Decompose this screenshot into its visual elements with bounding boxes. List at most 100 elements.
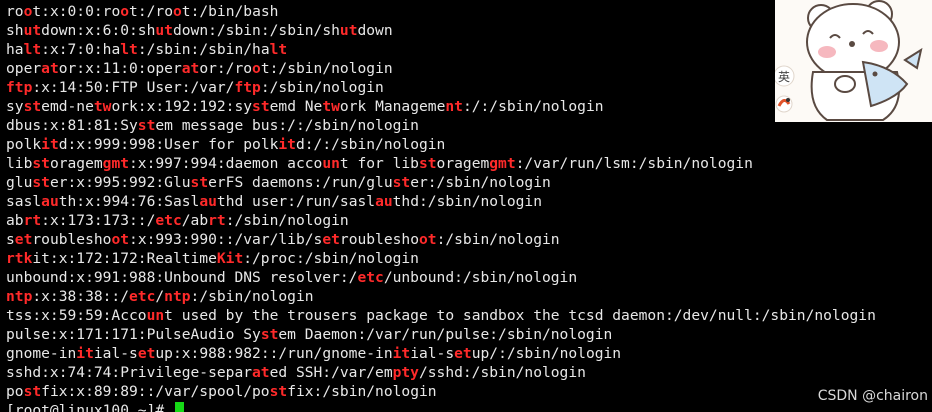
line-text: s [6, 231, 15, 248]
terminal-line: libstoragemgmt:x:997:994:daemon account … [6, 154, 876, 173]
match-highlight: st [260, 326, 279, 343]
terminal-line: abrt:x:173:173::/etc/abrt:/sbin/nologin [6, 211, 876, 230]
line-text: oragem [436, 155, 490, 172]
line-text: lib [6, 155, 33, 172]
line-text: :x:993:990::/var/lib/s [129, 231, 323, 248]
line-text: :x:7:0:ha [41, 41, 121, 58]
match-highlight: ntp [6, 288, 33, 305]
match-highlight: au [41, 193, 59, 210]
line-text: dbus:x:81:81:Sy [6, 117, 138, 134]
line-text: ork Manageme [339, 98, 446, 115]
match-highlight: tw [322, 98, 340, 115]
match-highlight: lt [23, 41, 42, 58]
line-text: :x:173:173::/ [41, 212, 156, 229]
line-text: / [155, 288, 165, 305]
terminal-line: ntp:x:38:38::/etc/ntp:/sbin/nologin [6, 287, 876, 306]
terminal-line: tss:x:59:59:Account used by the trousers… [6, 306, 876, 325]
match-highlight: etc [129, 288, 156, 305]
line-text: ro [6, 3, 24, 20]
line-text: er:x:995:992:Glu [49, 174, 191, 191]
match-highlight: it [278, 136, 296, 153]
match-highlight: at [252, 364, 270, 381]
match-highlight: at [181, 60, 200, 77]
terminal-line: unbound:x:991:988:Unbound DNS resolver:/… [6, 268, 876, 287]
line-text: or:x:11:0:oper [58, 60, 182, 77]
line-text: it:x:172:172:Realtime [32, 250, 217, 267]
terminal-line: gluster:x:995:992:GlusterFS daemons:/run… [6, 173, 876, 192]
terminal-line: dbus:x:81:81:System message bus:/:/sbin/… [6, 116, 876, 135]
line-text: t:/sbin/nologin [260, 60, 393, 77]
line-text: sshd:x:74:74:Privilege-separ [6, 364, 253, 381]
line-text: /sshd:/sbin/nologin [418, 364, 586, 381]
line-text: roublesho [339, 231, 419, 248]
line-text: thd user:/run/sasl [216, 193, 376, 210]
line-text: ial-s [93, 345, 138, 362]
match-highlight: st [418, 155, 437, 172]
match-highlight: o [252, 60, 261, 77]
match-highlight: ut [23, 22, 42, 39]
line-text: tss:x:59:59:Acco [6, 307, 147, 324]
terminal-window[interactable]: root:x:0:0:root:/root:/bin/bash shutdown:… [0, 0, 932, 412]
line-text: pulse:x:171:171:PulseAudio Sy [6, 326, 261, 343]
match-highlight: au [375, 193, 393, 210]
line-text: ha [6, 41, 24, 58]
terminal-output: root:x:0:0:root:/root:/bin/bash shutdown:… [6, 2, 876, 412]
line-text: :x:38:38::/ [32, 288, 130, 305]
terminal-line: rtkit:x:172:172:RealtimeKit:/proc:/sbin/… [6, 249, 876, 268]
line-text: em message bus:/:/sbin/nologin [155, 117, 419, 134]
line-text: ab [6, 212, 24, 229]
line-text: :/proc:/sbin/nologin [243, 250, 419, 267]
match-highlight: o [172, 3, 182, 20]
match-highlight: un [322, 155, 340, 172]
terminal-line: saslauth:x:994:76:Saslauthd user:/run/sa… [6, 192, 876, 211]
match-highlight: st [190, 174, 209, 191]
badge-text: 英 [778, 70, 790, 84]
line-text: t:/ro [129, 3, 173, 20]
line-text: fix:/sbin/nologin [287, 383, 437, 400]
line-text: down:/sbin:/sbin/sh [172, 22, 340, 39]
line-text: :/sbin/nologin [260, 79, 384, 96]
line-text: :x:14:50:FTP User:/var/ [32, 79, 235, 96]
match-highlight: et [322, 231, 340, 248]
match-highlight: st [23, 98, 42, 115]
line-text: ed SSH:/var/em [269, 364, 393, 381]
match-highlight: ftp [234, 79, 261, 96]
match-highlight: it [392, 345, 411, 362]
line-text: down:x:6:0:sh [41, 22, 156, 39]
match-highlight: it [41, 136, 59, 153]
line-text: :x:997:994:daemon acco [129, 155, 323, 172]
line-text: fix:x:89:89::/var/spool/po [41, 383, 270, 400]
terminal-line: shutdown:x:6:0:shutdown:/sbin:/sbin/shut… [6, 21, 876, 40]
terminal-line: polkitd:x:999:998:User for polkitd:/:/sb… [6, 135, 876, 154]
line-text: th:x:994:76:Sasl [58, 193, 200, 210]
line-text: sasl [6, 193, 42, 210]
line-text: /ab [181, 212, 209, 229]
terminal-line: root:x:0:0:root:/root:/bin/bash [6, 2, 876, 21]
match-highlight: ut [155, 22, 173, 39]
line-text: :/sbin/nologin [436, 231, 560, 248]
watermark: CSDN @chairon [817, 388, 928, 404]
match-highlight: et [454, 345, 472, 362]
line-text: /unbound:/sbin/nologin [383, 269, 578, 286]
cursor-block[interactable] [174, 402, 184, 412]
line-text: d:/:/sbin/nologin [295, 136, 446, 153]
match-highlight: etc [357, 269, 384, 286]
match-highlight: ut [339, 22, 358, 39]
match-highlight: tw [93, 98, 112, 115]
line-text: :/:/sbin/nologin [462, 98, 604, 115]
match-highlight: rt [208, 212, 226, 229]
line-text: t for lib [339, 155, 419, 172]
line-text: :/var/run/lsm:/sbin/nologin [515, 155, 753, 172]
shell-prompt-line[interactable]: [root@linux100 ~]# [6, 401, 876, 412]
terminal-line: pulse:x:171:171:PulseAudio System Daemon… [6, 325, 876, 344]
match-highlight: etc [155, 212, 182, 229]
match-highlight: st [137, 117, 156, 134]
line-text: up:x:988:982::/run/gnome-in [155, 345, 393, 362]
line-text: oragem [49, 155, 103, 172]
match-highlight: it [76, 345, 94, 362]
shell-prompt: [root@linux100 ~]# [6, 402, 173, 412]
terminal-line: gnome-initial-setup:x:988:982::/run/gnom… [6, 344, 876, 363]
match-highlight: et [137, 345, 156, 362]
match-highlight: st [32, 155, 50, 172]
match-highlight: pty [392, 364, 419, 381]
